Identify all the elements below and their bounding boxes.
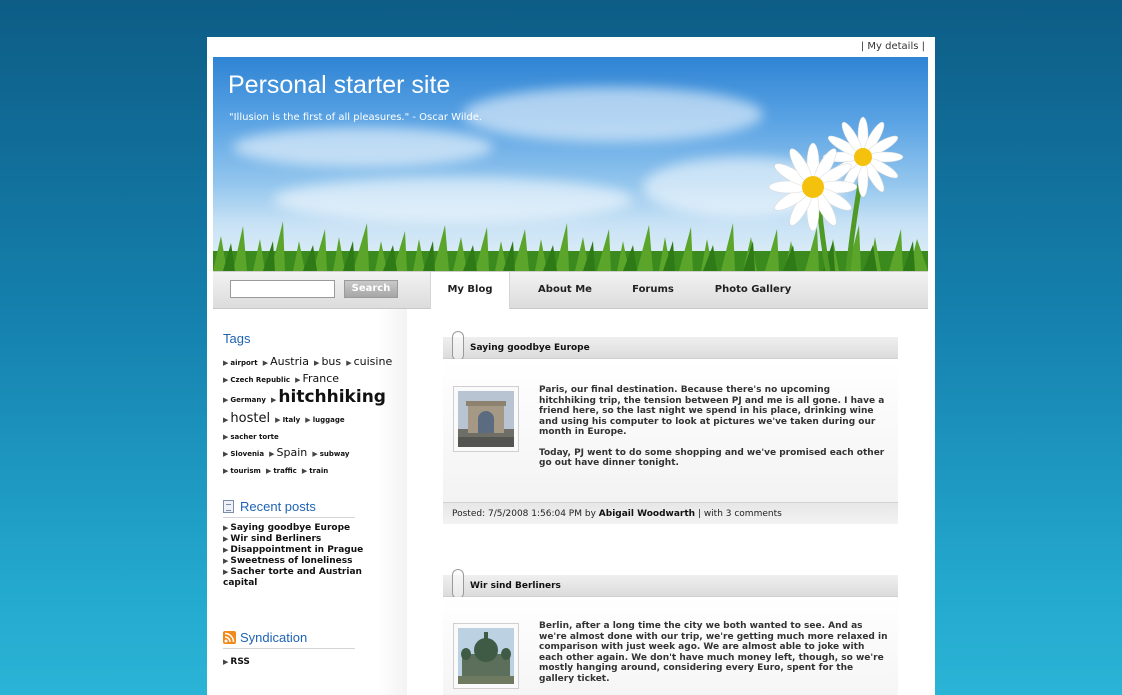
tag-link[interactable]: ▶ Czech Republic — [223, 367, 290, 386]
post-thumbnail-image[interactable] — [453, 386, 519, 452]
sidebar: Tags ▶ airport ▶ Austria ▶ bus ▶ cuisine ▶ Cz… — [213, 309, 407, 695]
post-title-link[interactable]: Wir sind Berliners — [470, 581, 561, 591]
tag-cloud: ▶ airport ▶ Austria ▶ bus ▶ cuisine ▶ Czech R… — [223, 353, 403, 478]
tab-about-me[interactable]: About Me — [525, 272, 605, 309]
blog-post: Wir sind Berliners Berlin, after a long … — [443, 569, 898, 695]
separator-left: | — [860, 41, 865, 52]
rss-link[interactable]: ▶ RSS — [223, 657, 250, 668]
post-title-bar: Saying goodbye Europe — [443, 331, 898, 361]
site-quote: "Illusion is the first of all pleasures.… — [229, 112, 483, 123]
post-text: Paris, our final destination. Because th… — [539, 385, 889, 479]
recent-post-link[interactable]: ▶ Saying goodbye Europe — [223, 523, 363, 534]
paperclip-icon — [452, 569, 464, 599]
blog-post: Saying goodbye Europe Paris, our final d… — [443, 331, 898, 524]
recent-posts-title: Recent posts — [240, 499, 316, 514]
post-author-link[interactable]: Abigail Woodwarth — [599, 509, 695, 519]
post-date: Posted: 7/5/2008 1:56:04 PM by — [452, 509, 596, 519]
post-thumbnail-image[interactable] — [453, 623, 519, 689]
rss-icon — [223, 631, 236, 644]
post-paragraph: Berlin, after a long time the city we bo… — [539, 621, 888, 684]
post-title-link[interactable]: Saying goodbye Europe — [470, 343, 590, 353]
tag-link[interactable]: ▶ luggage — [305, 407, 344, 426]
syndication-heading: Syndication — [223, 630, 355, 649]
recent-post-link[interactable]: ▶ Sweetness of loneliness — [223, 556, 363, 567]
post-title-bar: Wir sind Berliners — [443, 569, 898, 599]
tab-forums[interactable]: Forums — [618, 272, 688, 309]
main-navigation-bar: Search My Blog About Me Forums Photo Gal… — [213, 271, 928, 309]
separator-right: | — [921, 41, 925, 52]
berlin-cathedral-photo — [458, 628, 514, 684]
recent-post-link[interactable]: ▶ Disappointment in Prague — [223, 545, 363, 556]
document-icon — [223, 500, 234, 513]
tag-link[interactable]: ▶ tourism — [223, 458, 261, 477]
post-body: Paris, our final destination. Because th… — [443, 359, 898, 502]
arc-de-triomphe-photo — [458, 391, 514, 447]
page-container: | My details | Personal starter site "Il… — [207, 37, 935, 695]
search-button[interactable]: Search — [344, 280, 398, 298]
recent-post-link[interactable]: ▶ Wir sind Berliners — [223, 534, 363, 545]
top-links-bar: | My details | — [207, 37, 935, 57]
recent-post-link-continued[interactable]: capital — [223, 578, 363, 589]
recent-posts-heading: Recent posts — [223, 499, 355, 518]
tag-link[interactable]: ▶ cuisine — [346, 350, 392, 369]
tab-photo-gallery[interactable]: Photo Gallery — [703, 272, 803, 309]
post-body: Berlin, after a long time the city we bo… — [443, 597, 898, 695]
tags-heading: Tags — [223, 331, 251, 346]
post-paragraph: Today, PJ went to do some shopping and w… — [539, 447, 885, 469]
tag-link[interactable]: ▶ train — [302, 458, 328, 477]
site-header-banner: Personal starter site "Illusion is the f… — [213, 57, 928, 271]
post-paragraph: Paris, our final destination. Because th… — [539, 385, 885, 437]
tag-link[interactable]: ▶ traffic — [266, 458, 297, 477]
syndication-list: ▶ RSS — [223, 657, 250, 668]
daisy-flowers-illustration — [768, 116, 904, 271]
cloud-shape — [233, 127, 493, 167]
tag-link[interactable]: ▶ Germany — [223, 387, 266, 406]
search-input[interactable] — [230, 280, 335, 298]
paperclip-icon — [452, 331, 464, 361]
post-footer: Posted: 7/5/2008 1:56:04 PM by Abigail W… — [443, 502, 898, 524]
tag-link[interactable]: ▶ hitchhiking — [271, 387, 386, 407]
tag-link[interactable]: ▶ France — [295, 367, 339, 386]
post-comments-link[interactable]: | with 3 comments — [698, 509, 782, 519]
syndication-title: Syndication — [240, 630, 308, 645]
site-title[interactable]: Personal starter site — [228, 71, 450, 100]
cloud-shape — [463, 87, 763, 142]
recent-posts-list: ▶ Saying goodbye Europe ▶ Wir sind Berline… — [223, 523, 363, 589]
tab-my-blog[interactable]: My Blog — [430, 272, 510, 309]
post-text: Berlin, after a long time the city we bo… — [539, 621, 889, 694]
recent-post-link[interactable]: ▶ Sacher torte and Austrian — [223, 567, 363, 578]
my-details-link[interactable]: My details — [867, 41, 918, 52]
